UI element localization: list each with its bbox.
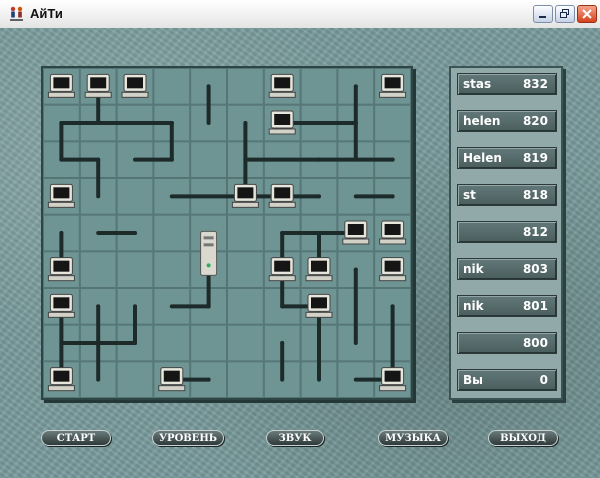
server-icon <box>200 230 218 276</box>
close-button[interactable] <box>577 5 597 23</box>
board-cell[interactable] <box>227 214 264 252</box>
board-cell[interactable] <box>153 214 191 252</box>
score-value: 818 <box>522 188 548 202</box>
board-cell[interactable] <box>227 68 264 105</box>
computer-icon[interactable] <box>47 73 75 98</box>
board-grid[interactable] <box>43 68 411 398</box>
computer-icon[interactable] <box>379 257 407 282</box>
score-value: 801 <box>522 299 548 313</box>
minimize-button[interactable] <box>533 5 553 23</box>
title-bar: АйТи <box>0 0 600 29</box>
score-name: helen <box>463 114 501 128</box>
computer-icon[interactable] <box>121 73 149 98</box>
computer-icon[interactable] <box>47 183 75 208</box>
board-cell[interactable] <box>153 251 191 288</box>
score-name: Вы <box>463 373 483 387</box>
computer-icon[interactable] <box>47 367 75 392</box>
people-network-icon <box>10 6 23 21</box>
board-cell[interactable] <box>116 178 154 215</box>
score-row: helen 820 <box>457 110 557 132</box>
restore-button[interactable] <box>555 5 575 23</box>
board-cell[interactable] <box>153 324 191 362</box>
score-value: 820 <box>522 114 548 128</box>
computer-icon[interactable] <box>231 183 259 208</box>
computer-icon[interactable] <box>379 220 407 245</box>
board-cell[interactable] <box>227 251 264 288</box>
minimize-icon <box>539 16 546 18</box>
start-button[interactable]: СТАРТ <box>41 430 111 446</box>
high-score-panel: stas 832 helen 820 Helen 819st 818 812 nik 803 nik… <box>449 66 563 400</box>
restore-icon <box>560 9 569 18</box>
score-value: 800 <box>522 336 548 350</box>
score-name: nik <box>463 262 484 276</box>
board-cell[interactable] <box>300 68 338 105</box>
score-value: 812 <box>522 225 548 239</box>
computer-icon[interactable] <box>342 220 370 245</box>
computer-icon[interactable] <box>84 73 112 98</box>
score-name: nik <box>463 299 484 313</box>
game-board[interactable] <box>41 66 413 400</box>
computer-icon[interactable] <box>379 73 407 98</box>
computer-icon[interactable] <box>305 257 333 282</box>
window-title: АйТи <box>30 6 63 21</box>
score-row: Вы 0 <box>457 369 557 391</box>
score-name: stas <box>463 77 492 91</box>
score-row: 812 <box>457 221 557 243</box>
board-cell[interactable] <box>374 104 411 142</box>
board-cell[interactable] <box>227 324 264 362</box>
board-cell[interactable] <box>227 288 264 325</box>
score-row: stas 832 <box>457 73 557 95</box>
computer-icon[interactable] <box>379 367 407 392</box>
score-row: st 818 <box>457 184 557 206</box>
score-value: 832 <box>522 77 548 91</box>
score-value: 819 <box>522 151 548 165</box>
score-name: st <box>463 188 476 202</box>
level-button[interactable]: УРОВЕНЬ <box>152 430 224 446</box>
board-cell[interactable] <box>227 361 264 398</box>
computer-icon[interactable] <box>305 293 333 318</box>
score-value: 803 <box>522 262 548 276</box>
computer-icon[interactable] <box>268 73 296 98</box>
close-icon <box>582 9 592 19</box>
computer-icon[interactable] <box>47 257 75 282</box>
board-cell[interactable] <box>116 251 154 288</box>
board-cell[interactable] <box>79 251 117 288</box>
board-cell[interactable] <box>153 68 191 105</box>
score-name: Helen <box>463 151 502 165</box>
score-row: nik 803 <box>457 258 557 280</box>
score-value: 0 <box>539 373 548 387</box>
board-cell[interactable] <box>190 141 227 179</box>
music-button[interactable]: МУЗЫКА <box>378 430 448 446</box>
board-cell[interactable] <box>190 324 227 362</box>
score-row: Helen 819 <box>457 147 557 169</box>
computer-icon[interactable] <box>268 110 296 135</box>
score-row: 800 <box>457 332 557 354</box>
board-cell[interactable] <box>116 361 154 398</box>
computer-icon[interactable] <box>268 183 296 208</box>
sound-button[interactable]: ЗВУК <box>266 430 324 446</box>
computer-icon[interactable] <box>158 367 186 392</box>
exit-button[interactable]: ВЫХОД <box>488 430 558 446</box>
score-row: nik 801 <box>457 295 557 317</box>
computer-icon[interactable] <box>47 293 75 318</box>
computer-icon[interactable] <box>268 257 296 282</box>
